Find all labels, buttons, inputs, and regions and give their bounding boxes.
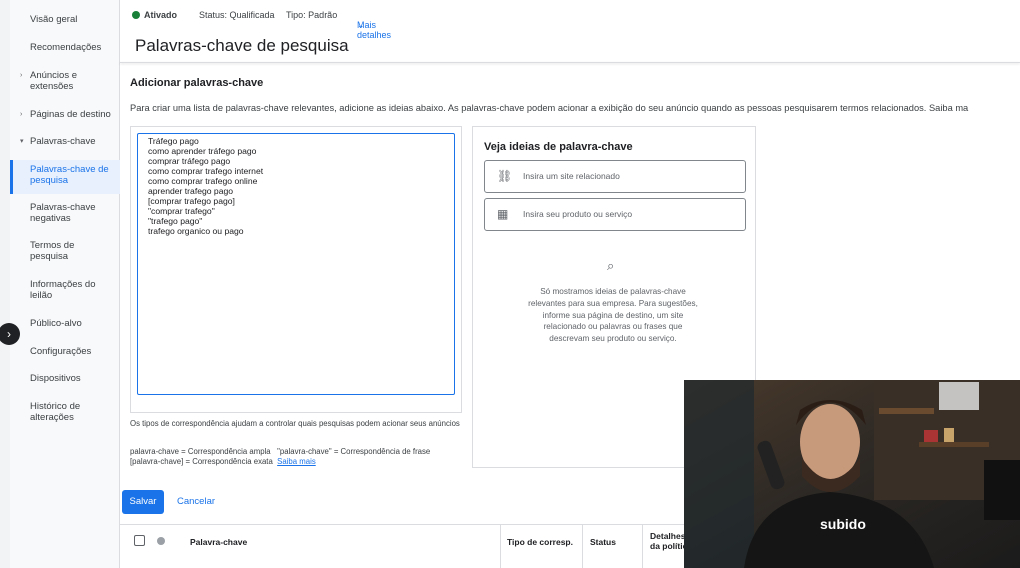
sidebar-item-label: Visão geral <box>30 14 78 25</box>
keyword-ideas-title: Veja ideias de palavra-chave <box>484 141 633 153</box>
sidebar-item-label: Páginas de destino <box>30 109 111 120</box>
sidebar-item-label: Palavras-chave negativas <box>30 202 96 224</box>
status-bar: Ativado Status: Qualificada Tipo: Padrão… <box>120 0 1020 40</box>
chevron-down-icon: ⌄ <box>357 20 365 30</box>
sidebar-item-settings[interactable]: Configurações <box>10 346 120 357</box>
sidebar-item-label: Recomendações <box>30 42 102 53</box>
sidebar-item-landing-pages[interactable]: › Páginas de destino <box>10 109 120 120</box>
column-header-keyword[interactable]: Palavra-chave <box>190 537 247 547</box>
sidebar-item-search-terms[interactable]: Termos de pesquisa <box>10 240 120 262</box>
sidebar-item-ads-extensions[interactable]: › Anúncios e extensões <box>10 70 120 92</box>
related-site-input[interactable]: ⛓ Insira um site relacionado <box>484 160 746 193</box>
store-icon: ▦ <box>497 207 509 221</box>
sidebar-item-recommendations[interactable]: Recomendações <box>10 42 120 53</box>
sidebar-item-overview[interactable]: Visão geral <box>10 14 120 25</box>
status-dot-icon <box>157 537 165 545</box>
keywords-table-header: Palavra-chave Tipo de corresp. Status De… <box>120 524 696 568</box>
column-divider <box>582 525 583 568</box>
sidebar-item-negative-keywords[interactable]: Palavras-chave negativas <box>10 202 120 224</box>
sidebar-item-label: Histórico de alterações <box>30 401 81 423</box>
sidebar-item-devices[interactable]: Dispositivos <box>10 373 120 384</box>
sidebar-item-label: Informações do leilão <box>30 279 96 301</box>
product-service-placeholder: Insira seu produto ou serviço <box>523 209 633 219</box>
status-state: Ativado <box>144 10 178 20</box>
product-service-input[interactable]: ▦ Insira seu produto ou serviço <box>484 198 746 231</box>
keywords-textarea[interactable]: Tráfego pago como aprender tráfego pago … <box>137 133 455 395</box>
search-ideas-icon: ⌕ <box>607 258 615 273</box>
sidebar-item-auction-insights[interactable]: Informações do leilão <box>10 279 120 301</box>
webcam-video <box>684 380 1020 568</box>
link-icon: ⛓ <box>497 169 513 183</box>
sidebar-item-label: Palavras-chave <box>30 136 96 147</box>
section-title: Adicionar palavras-chave <box>130 77 264 89</box>
sidebar-item-search-keywords[interactable]: Palavras-chave de pesquisa <box>10 160 120 194</box>
sidebar-item-label: Palavras-chave de pesquisa <box>30 164 109 186</box>
related-site-placeholder: Insira um site relacionado <box>523 171 620 181</box>
sidebar-item-label: Termos de pesquisa <box>30 240 75 262</box>
divider <box>120 62 1020 63</box>
learn-more-link[interactable]: Saiba mais <box>277 457 316 466</box>
chevron-right-icon: › <box>20 72 23 79</box>
sidebar-item-keywords[interactable]: ▾ Palavras-chave <box>10 136 120 147</box>
match-legend-line: [palavra-chave] = Correspondência exata … <box>130 457 470 467</box>
match-type-legend: palavra-chave = Correspondência ampla "p… <box>130 447 470 467</box>
page-title: Palavras-chave de pesquisa <box>135 36 349 55</box>
select-all-checkbox[interactable] <box>134 535 145 546</box>
ideas-empty-text: Só mostramos ideias de palavras-chave re… <box>528 287 698 344</box>
sidebar: Visão geral Recomendações › Anúncios e ex… <box>10 0 120 568</box>
column-header-match-type[interactable]: Tipo de corresp. <box>507 537 573 547</box>
match-legend-line: palavra-chave = Correspondência ampla "p… <box>130 447 431 456</box>
webcam-overlay: subido <box>684 380 1020 568</box>
sidebar-item-label: Dispositivos <box>30 373 81 384</box>
chevron-right-icon: › <box>20 111 23 118</box>
sidebar-item-label: Público-alvo <box>30 318 82 329</box>
campaign-type: Tipo: Padrão <box>286 10 338 20</box>
chevron-down-icon: ▾ <box>20 138 24 145</box>
column-divider <box>500 525 501 568</box>
sidebar-item-change-history[interactable]: Histórico de alterações <box>10 401 120 423</box>
sidebar-item-label: Anúncios e extensões <box>30 70 78 92</box>
cancel-button[interactable]: Cancelar <box>177 496 215 507</box>
save-button[interactable]: Salvar <box>122 490 164 514</box>
eligibility-status: Status: Qualificada <box>199 10 275 20</box>
sidebar-item-label: Configurações <box>30 346 92 357</box>
chevron-right-icon: › <box>7 327 11 341</box>
status-dot-icon <box>132 11 140 19</box>
match-type-help: Os tipos de correspondência ajudam a con… <box>130 419 460 428</box>
sidebar-item-audience[interactable]: Público-alvo <box>10 318 120 329</box>
status-enabled: Ativado <box>132 10 177 20</box>
shirt-text: subido <box>820 516 866 532</box>
column-header-status[interactable]: Status <box>590 537 616 547</box>
exact-match-legend: [palavra-chave] = Correspondência exata <box>130 457 273 466</box>
intro-text: Para criar uma lista de palavras-chave r… <box>130 103 969 113</box>
column-divider <box>642 525 643 568</box>
